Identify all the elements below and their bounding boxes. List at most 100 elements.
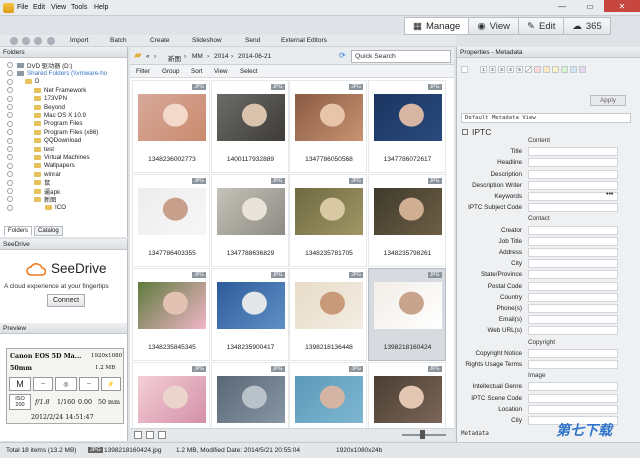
rating-3-button[interactable]: 3: [498, 66, 505, 73]
photo-thumbnail[interactable]: [295, 282, 363, 329]
menu-edit[interactable]: Edit: [33, 4, 45, 11]
tab-manage[interactable]: ▦ Manage: [404, 17, 470, 35]
folder-select-radio[interactable]: [7, 120, 13, 127]
metadata-field-input[interactable]: [528, 180, 618, 190]
metadata-field-input[interactable]: [528, 292, 618, 302]
tab-folders[interactable]: Folders: [4, 226, 33, 236]
keywords-more-button[interactable]: •••: [606, 191, 613, 198]
photo-thumbnail[interactable]: [138, 94, 206, 141]
metadata-field-input[interactable]: [528, 281, 618, 291]
photo-thumbnail[interactable]: [295, 188, 363, 235]
folder-tree-item[interactable]: Virtual Machines: [34, 153, 90, 161]
folder-tree-item[interactable]: Program Files: [34, 120, 83, 128]
metadata-field-input[interactable]: [528, 304, 618, 313]
rating-2-button[interactable]: 2: [489, 66, 496, 73]
color-label-swatch[interactable]: [561, 66, 568, 73]
folder-tree-item[interactable]: test: [34, 145, 54, 153]
photo-thumbnail[interactable]: [373, 282, 442, 329]
folder-select-radio[interactable]: [7, 70, 13, 77]
clear-label-icon[interactable]: [525, 66, 532, 73]
folder-tree-item[interactable]: QQDownload: [34, 137, 81, 145]
folder-tree-item[interactable]: 173VPN: [34, 95, 67, 103]
folder-select-radio[interactable]: [7, 154, 13, 161]
thumbnail-cell[interactable]: JPG 1348236002773: [132, 80, 210, 173]
thumbnail-cell[interactable]: JPG 1398218136448: [289, 268, 367, 361]
folder-select-radio[interactable]: [7, 95, 13, 102]
color-label-swatch[interactable]: [543, 66, 550, 73]
rotate-right-icon[interactable]: [146, 431, 154, 439]
metadata-field-input[interactable]: [528, 348, 618, 358]
rating-4-button[interactable]: 4: [507, 66, 514, 73]
rating-1-button[interactable]: 1: [480, 66, 487, 73]
thumbnail-cell[interactable]: JPG 1347786403355: [132, 174, 210, 267]
metadata-field-input[interactable]: [528, 270, 618, 280]
folder-tree-item[interactable]: Mac OS X 10.9: [34, 111, 86, 119]
batch-menu[interactable]: Batch: [110, 37, 127, 44]
folder-select-radio[interactable]: [7, 62, 13, 68]
up-icon[interactable]: [34, 37, 42, 45]
folder-tree-item[interactable]: Program Files (x86): [34, 128, 98, 136]
tab-edit[interactable]: ✎ Edit: [518, 17, 565, 35]
color-label-swatch[interactable]: [534, 66, 541, 73]
folder-select-radio[interactable]: [7, 188, 13, 194]
folder-select-radio[interactable]: [7, 112, 13, 119]
thumbnail-cell[interactable]: JPG: [132, 362, 210, 428]
metadata-field-input[interactable]: [528, 158, 618, 168]
minimize-icon[interactable]: —: [548, 0, 576, 12]
quick-search-input[interactable]: Quick Search: [351, 50, 451, 63]
folder-tree-item[interactable]: Wallpapers: [34, 162, 75, 170]
folder-tree-item[interactable]: D: [25, 78, 39, 86]
photo-thumbnail[interactable]: [216, 376, 285, 423]
folder-select-radio[interactable]: [7, 179, 13, 186]
close-icon[interactable]: ✕: [604, 0, 640, 12]
maximize-icon[interactable]: ▭: [576, 0, 604, 12]
folder-select-radio[interactable]: [7, 78, 13, 85]
external-editors-menu[interactable]: External Editors: [281, 37, 327, 44]
select-menu[interactable]: Select: [240, 68, 258, 75]
path-back-icon[interactable]: «: [146, 53, 150, 60]
tab-catalog[interactable]: Catalog: [34, 226, 63, 236]
photo-thumbnail[interactable]: [373, 376, 442, 423]
thumbnail-cell[interactable]: JPG 1348235900417: [210, 268, 289, 361]
delete-icon[interactable]: [158, 431, 166, 439]
iptc-section-header[interactable]: IPTC: [462, 127, 491, 137]
slideshow-menu[interactable]: Slideshow: [192, 37, 222, 44]
folder-select-radio[interactable]: [7, 129, 13, 136]
zoom-slider-handle[interactable]: [420, 430, 425, 439]
folder-tree-item[interactable]: Net Framework: [34, 86, 86, 94]
metadata-field-input[interactable]: [528, 326, 618, 336]
thumbnail-cell[interactable]: JPG: [210, 362, 289, 428]
thumbnail-cell[interactable]: JPG: [289, 362, 367, 428]
photo-thumbnail[interactable]: [138, 282, 206, 329]
breadcrumb-2014[interactable]: 2014: [214, 53, 228, 60]
metadata-field-input[interactable]: [528, 315, 618, 325]
metadata-field-input[interactable]: [528, 225, 618, 235]
thumbnail-cell[interactable]: JPG 1398218160424: [367, 268, 446, 361]
folder-tree-item[interactable]: 逼apk: [34, 187, 60, 196]
photo-thumbnail[interactable]: [295, 376, 363, 423]
photo-thumbnail[interactable]: [295, 94, 363, 141]
thumbnail-cell[interactable]: JPG 1348235798261: [367, 174, 446, 267]
tag-checkbox-icon[interactable]: [461, 66, 468, 73]
thumbnail-cell[interactable]: JPG 1347788636829: [210, 174, 289, 267]
group-menu[interactable]: Group: [162, 68, 180, 75]
forward-icon[interactable]: [22, 37, 30, 45]
rotate-left-icon[interactable]: [134, 431, 142, 439]
breadcrumb-xintu[interactable]: 新图: [168, 53, 181, 63]
photo-thumbnail[interactable]: [373, 188, 442, 235]
photo-thumbnail[interactable]: [138, 376, 206, 423]
metadata-field-input[interactable]: [528, 404, 618, 414]
create-menu[interactable]: Create: [150, 37, 170, 44]
thumbnail-cell[interactable]: JPG: [367, 362, 446, 428]
metadata-field-input[interactable]: [528, 203, 618, 213]
thumbnail-cell[interactable]: JPG 1347786050568: [289, 80, 367, 173]
photo-thumbnail[interactable]: [373, 94, 442, 141]
metadata-field-input[interactable]: [528, 236, 618, 246]
metadata-field-input[interactable]: [528, 259, 618, 269]
view-menu[interactable]: View: [214, 68, 228, 75]
photo-thumbnail[interactable]: [216, 188, 285, 235]
metadata-field-input[interactable]: [528, 382, 618, 392]
metadata-field-input[interactable]: [528, 248, 618, 257]
folder-tree-item[interactable]: 新图: [34, 195, 56, 204]
metadata-field-input[interactable]: [528, 147, 618, 157]
